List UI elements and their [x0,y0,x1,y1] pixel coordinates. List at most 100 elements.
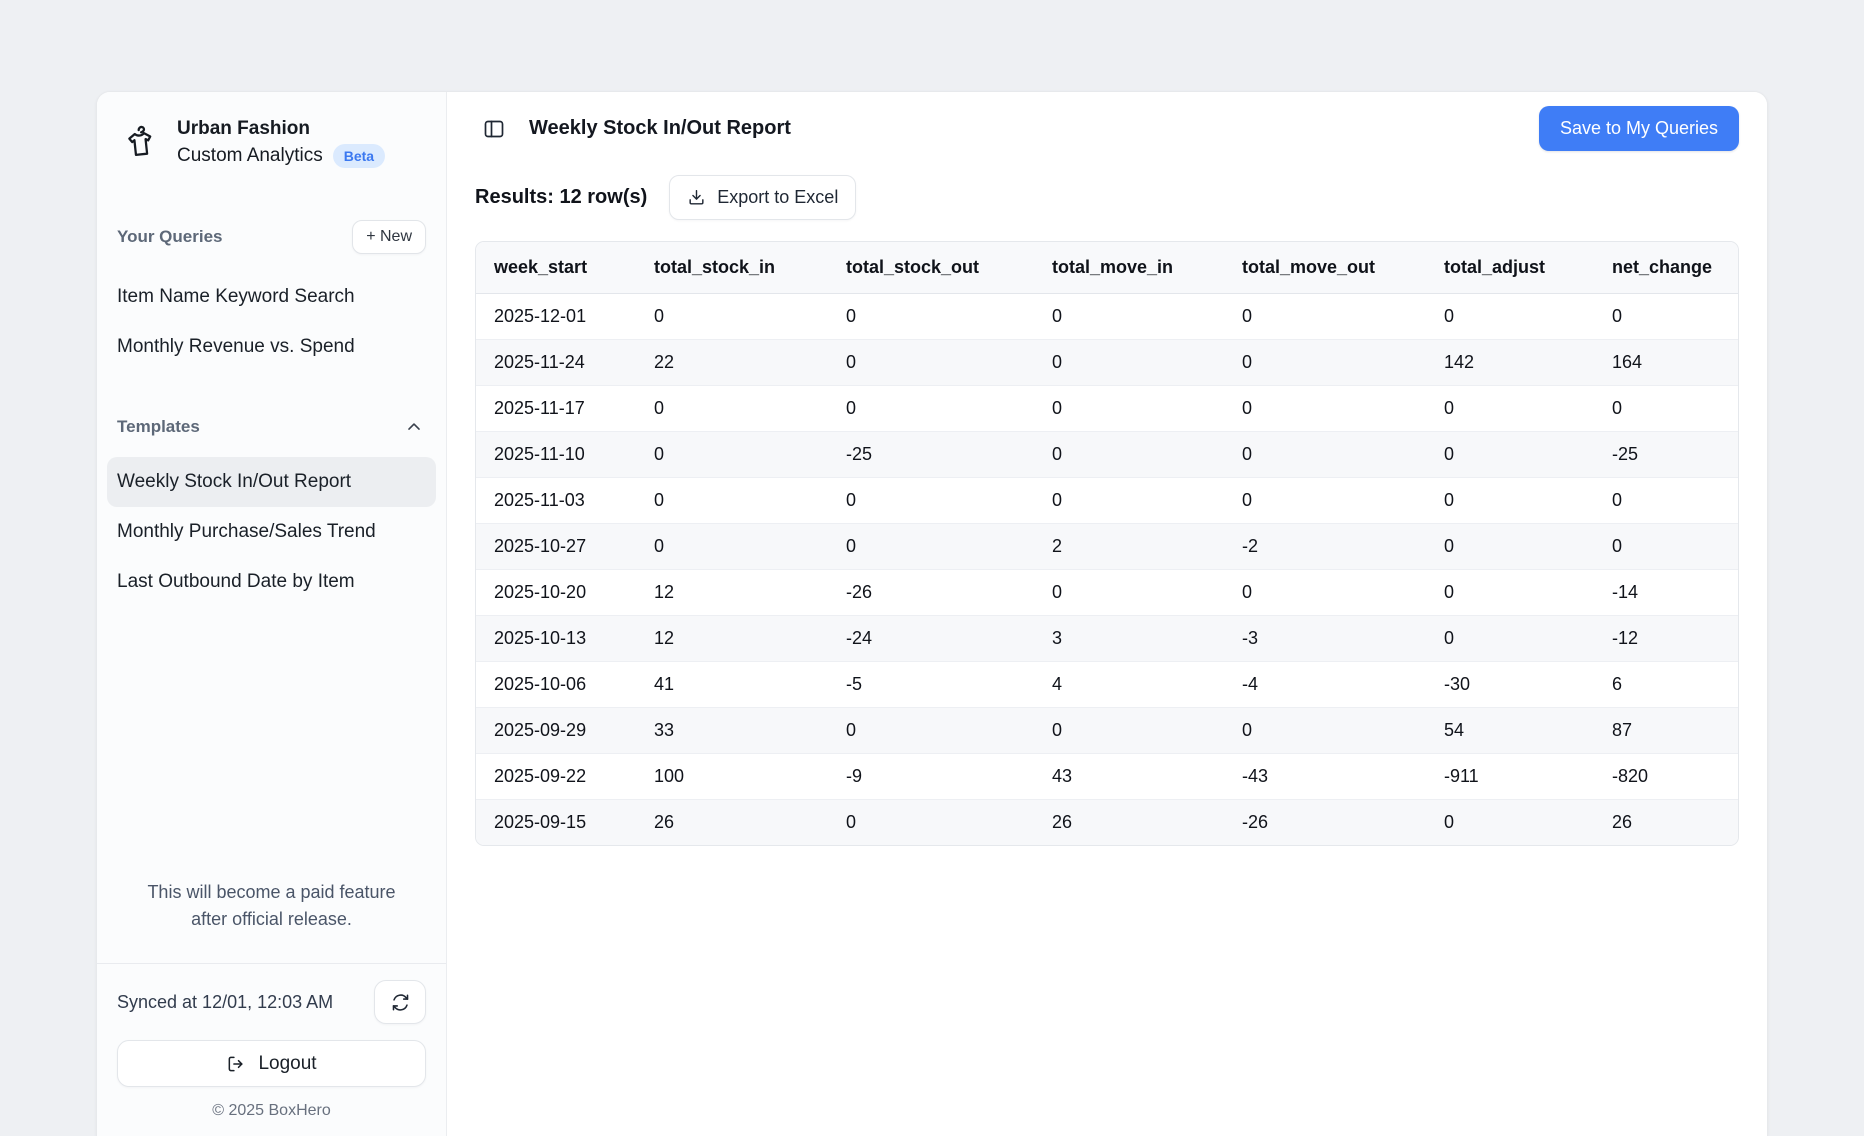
synced-status: Synced at 12/01, 12:03 AM [117,992,333,1013]
table-cell: 0 [828,524,1034,570]
table-cell: -3 [1224,616,1426,662]
table-cell: 0 [1034,432,1224,478]
new-query-button[interactable]: + New [352,220,426,254]
refresh-button[interactable] [374,980,426,1024]
table-cell: 0 [1224,570,1426,616]
table-row: 2025-09-1526026-26026 [476,800,1738,846]
table-cell: 0 [1426,432,1594,478]
table-cell: 6 [1594,662,1738,708]
table-cell: 0 [1426,294,1594,340]
table-cell: 0 [828,478,1034,524]
table-cell: 26 [1034,800,1224,846]
table-cell: 0 [1594,524,1738,570]
template-item[interactable]: Last Outbound Date by Item [107,557,436,607]
table-cell: 33 [636,708,828,754]
brand-text: Urban Fashion Custom Analytics Beta [177,118,385,168]
template-item[interactable]: Monthly Purchase/Sales Trend [107,507,436,557]
sidebar-spacer [97,606,446,879]
export-to-excel-button[interactable]: Export to Excel [669,175,856,220]
table-cell: -25 [1594,432,1738,478]
table-cell: 2025-11-03 [476,478,636,524]
table-cell: 0 [636,524,828,570]
table-cell: 0 [1426,524,1594,570]
table-row: 2025-11-100-25000-25 [476,432,1738,478]
table-cell: 26 [636,800,828,846]
table-cell: 0 [1224,340,1426,386]
table-cell: 0 [828,340,1034,386]
brand-name: Urban Fashion [177,118,385,140]
table-cell: -2 [1224,524,1426,570]
sidebar-toggle-button[interactable] [475,110,513,148]
beta-badge: Beta [333,144,385,168]
table-cell: -4 [1224,662,1426,708]
panel-left-icon [482,117,506,141]
table-cell: 3 [1034,616,1224,662]
your-queries-label: Your Queries [117,227,223,247]
table-row: 2025-11-2422000142164 [476,340,1738,386]
table-cell: 12 [636,616,828,662]
table-cell: 0 [1426,616,1594,662]
table-cell: 2025-11-17 [476,386,636,432]
templates-label: Templates [117,417,200,437]
your-queries-section-head: Your Queries + New [117,220,426,254]
templates-list: Weekly Stock In/Out ReportMonthly Purcha… [107,457,436,606]
template-item[interactable]: Weekly Stock In/Out Report [107,457,436,507]
sidebar: Urban Fashion Custom Analytics Beta Your… [97,92,447,1136]
table-cell: -24 [828,616,1034,662]
column-header: total_stock_out [828,242,1034,294]
table-cell: 0 [1034,386,1224,432]
table-cell: -43 [1224,754,1426,800]
save-to-my-queries-button[interactable]: Save to My Queries [1539,106,1739,151]
table-cell: 12 [636,570,828,616]
paid-feature-notice: This will become a paid feature after of… [127,879,416,933]
main-panel: Weekly Stock In/Out Report Save to My Qu… [447,92,1767,1136]
table-row: 2025-09-22100-943-43-911-820 [476,754,1738,800]
table-cell: 0 [828,294,1034,340]
table-cell: -25 [828,432,1034,478]
table-cell: 2025-11-10 [476,432,636,478]
table-cell: 0 [828,800,1034,846]
table-cell: 43 [1034,754,1224,800]
table-cell: 2025-09-15 [476,800,636,846]
column-header: total_stock_in [636,242,828,294]
copyright: © 2025 BoxHero [117,1102,426,1120]
table-header-row: week_starttotal_stock_intotal_stock_outt… [476,242,1738,294]
table-cell: 0 [1224,708,1426,754]
table-cell: 0 [1426,800,1594,846]
synced-row: Synced at 12/01, 12:03 AM [117,980,426,1024]
logout-label: Logout [258,1053,316,1075]
table-cell: 0 [1034,478,1224,524]
table-cell: 0 [828,708,1034,754]
table-row: 2025-10-27002-200 [476,524,1738,570]
table-cell: -911 [1426,754,1594,800]
table-cell: 0 [636,432,828,478]
table-cell: 2025-10-20 [476,570,636,616]
logout-button[interactable]: Logout [117,1040,426,1087]
table-cell: 0 [1426,386,1594,432]
page-title: Weekly Stock In/Out Report [529,117,791,140]
sidebar-footer: Synced at 12/01, 12:03 AM [97,963,446,1136]
table-row: 2025-11-03000000 [476,478,1738,524]
table-row: 2025-10-0641-54-4-306 [476,662,1738,708]
results-table: week_starttotal_stock_intotal_stock_outt… [476,242,1738,845]
table-cell: 2025-09-22 [476,754,636,800]
table-cell: 0 [636,478,828,524]
table-cell: 2 [1034,524,1224,570]
table-cell: 87 [1594,708,1738,754]
templates-collapse-button[interactable] [402,415,426,439]
table-cell: 54 [1426,708,1594,754]
brand-logo-icon [117,120,163,166]
table-cell: 0 [1594,294,1738,340]
results-summary: Results: 12 row(s) [475,186,647,209]
brand-product: Custom Analytics [177,145,323,167]
table-cell: -30 [1426,662,1594,708]
table-row: 2025-12-01000000 [476,294,1738,340]
table-cell: 2025-10-13 [476,616,636,662]
table-cell: 2025-09-29 [476,708,636,754]
table-row: 2025-09-29330005487 [476,708,1738,754]
table-cell: 0 [1224,386,1426,432]
query-item[interactable]: Monthly Revenue vs. Spend [107,322,436,372]
logout-icon [226,1054,246,1074]
column-header: net_change [1594,242,1738,294]
query-item[interactable]: Item Name Keyword Search [107,272,436,322]
